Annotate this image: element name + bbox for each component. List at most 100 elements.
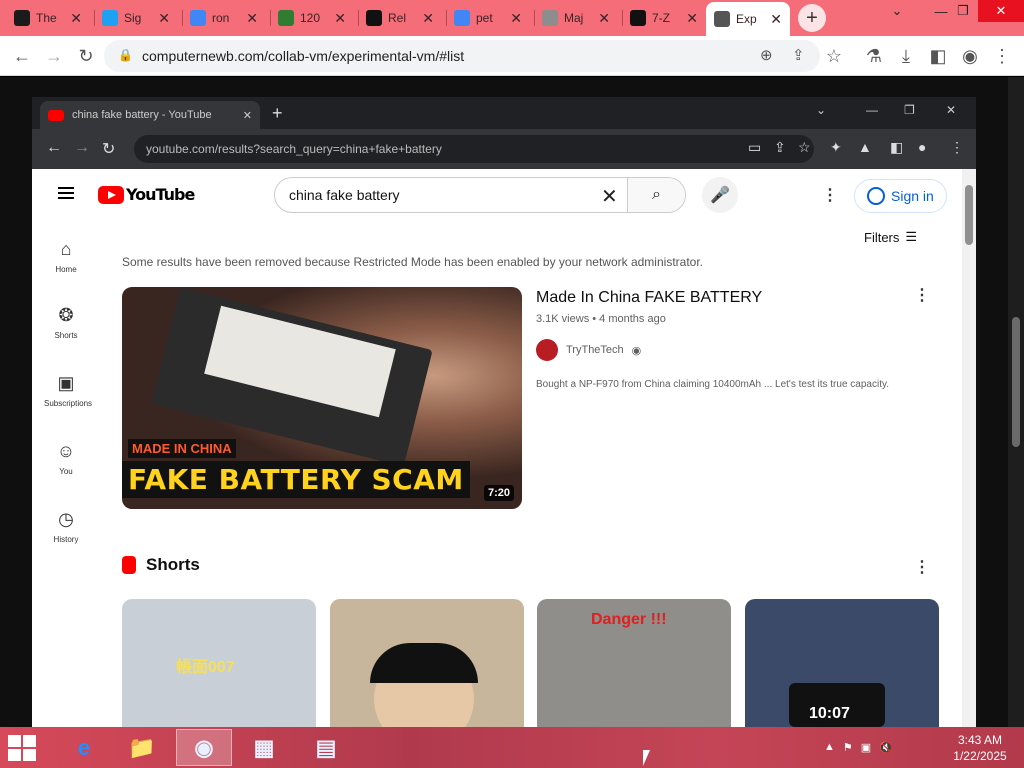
start-button[interactable] <box>8 735 38 761</box>
shorts-icon <box>122 556 136 574</box>
taskbar-app[interactable]: e <box>56 729 112 766</box>
back-icon[interactable]: ← <box>10 44 34 68</box>
short-card[interactable] <box>330 599 524 727</box>
browser-tab[interactable]: ron ✕ <box>182 4 266 32</box>
close-tab-icon[interactable]: ✕ <box>158 10 170 27</box>
vm-profile-icon[interactable]: ● <box>918 139 926 155</box>
settings-kebab-icon[interactable]: ⋮ <box>822 185 838 205</box>
restricted-notice: Some results have been removed because R… <box>122 255 703 269</box>
channel-name[interactable]: TryTheTech <box>566 344 624 356</box>
youtube-search-box[interactable]: china fake battery ✕ ⌕ <box>274 177 686 213</box>
search-input[interactable]: china fake battery <box>289 187 400 203</box>
vm-forward-icon[interactable]: → <box>74 139 90 157</box>
vm-cast-icon[interactable]: ▭ <box>748 139 761 156</box>
taskbar-app[interactable]: ◉ <box>176 729 232 766</box>
vm-extensions-icon[interactable]: ✦ <box>830 139 842 156</box>
search-button[interactable]: ⌕ <box>627 178 685 212</box>
close-window-button[interactable]: ✕ <box>978 0 1024 22</box>
vm-back-icon[interactable]: ← <box>46 139 62 157</box>
browser-tab[interactable]: pet ✕ <box>446 4 530 32</box>
browser-tab[interactable]: Maj ✕ <box>534 4 618 32</box>
browser-tab[interactable]: The ✕ <box>6 4 90 32</box>
vm-restore-button[interactable]: ❐ <box>904 103 915 117</box>
vm-reload-icon[interactable]: ↻ <box>102 139 115 159</box>
shorts-options-icon[interactable]: ⋮ <box>914 557 930 577</box>
short-card[interactable]: 帳面007 <box>122 599 316 727</box>
bookmark-star-icon[interactable]: ☆ <box>822 44 846 68</box>
vm-minimize-button[interactable]: — <box>866 103 878 117</box>
vm-browser-window: china fake battery - YouTube ✕ + ⌄ — ❐ ✕… <box>32 97 976 727</box>
close-icon[interactable]: ✕ <box>243 109 252 122</box>
extensions-icon[interactable]: ⚗ <box>862 44 886 68</box>
vm-star-icon[interactable]: ☆ <box>798 139 811 156</box>
action-center-flag-icon[interactable]: ⚑ <box>843 741 853 754</box>
video-options-icon[interactable]: ⋮ <box>914 285 930 305</box>
address-bar[interactable]: 🔒 computernewb.com/collab-vm/experimenta… <box>104 40 820 72</box>
hamburger-menu-icon[interactable] <box>58 187 74 189</box>
sidebar-item-shorts[interactable]: ❂ Shorts <box>44 305 88 340</box>
channel-avatar[interactable] <box>536 339 558 361</box>
close-tab-icon[interactable]: ✕ <box>686 10 698 27</box>
vm-tab-search-icon[interactable]: ⌄ <box>816 103 826 117</box>
vm-share-icon[interactable]: ⇪ <box>774 139 786 156</box>
system-tray[interactable]: ▲ ⚑ ▣ 🔇 <box>824 741 893 754</box>
zoom-icon[interactable]: ⊕ <box>760 46 773 64</box>
taskbar-app[interactable]: 📁 <box>114 729 170 766</box>
sign-in-button[interactable]: Sign in <box>854 179 947 213</box>
vm-side-panel-icon[interactable]: ◧ <box>890 139 903 156</box>
youtube-logo[interactable]: YouTube <box>98 185 195 204</box>
sidebar-item-history[interactable]: ◷ History <box>44 509 88 544</box>
youtube-page: YouTube china fake battery ✕ ⌕ 🎤 ⋮ Sign … <box>32 169 962 727</box>
clock-time: 3:43 AM <box>957 733 1003 747</box>
youtube-scrollbar[interactable] <box>962 169 976 727</box>
vm-scrollbar[interactable] <box>1008 77 1024 727</box>
download-icon[interactable]: ⤓ <box>894 44 918 68</box>
close-tab-icon[interactable]: ✕ <box>770 11 782 28</box>
reload-icon[interactable]: ↻ <box>74 44 98 68</box>
close-tab-icon[interactable]: ✕ <box>246 10 258 27</box>
close-tab-icon[interactable]: ✕ <box>598 10 610 27</box>
channel-row[interactable]: TryTheTech ◉ <box>536 339 641 361</box>
short-card[interactable]: 10:07 <box>745 599 939 727</box>
sidebar-item-home[interactable]: ⌂ Home <box>44 239 88 274</box>
video-thumbnail[interactable]: MADE IN CHINA FAKE BATTERY SCAM 7:20 <box>122 287 522 509</box>
menu-kebab-icon[interactable]: ⋮ <box>990 44 1014 68</box>
browser-tab[interactable]: 120 ✕ <box>270 4 354 32</box>
vm-screen[interactable]: china fake battery - YouTube ✕ + ⌄ — ❐ ✕… <box>0 77 1024 727</box>
network-icon[interactable]: ▣ <box>861 741 871 754</box>
share-icon[interactable]: ⇪ <box>792 46 805 64</box>
vm-new-tab-button[interactable]: + <box>272 103 283 124</box>
clear-search-icon[interactable]: ✕ <box>601 184 618 209</box>
browser-tab[interactable]: Exp ✕ <box>706 2 790 36</box>
new-tab-button[interactable]: + <box>798 4 826 32</box>
vm-tab-youtube[interactable]: china fake battery - YouTube ✕ <box>40 101 260 129</box>
close-tab-icon[interactable]: ✕ <box>334 10 346 27</box>
profile-icon[interactable]: ◉ <box>958 44 982 68</box>
taskbar-clock[interactable]: 3:43 AM 1/22/2025 <box>940 732 1020 764</box>
volume-muted-icon[interactable]: 🔇 <box>879 741 893 754</box>
close-tab-icon[interactable]: ✕ <box>70 10 82 27</box>
vm-menu-icon[interactable]: ⋮ <box>950 139 964 156</box>
taskbar-app[interactable]: ▤ <box>298 729 354 766</box>
close-tab-icon[interactable]: ✕ <box>422 10 434 27</box>
browser-tab[interactable]: Rel ✕ <box>358 4 442 32</box>
vm-labs-icon[interactable]: ▲ <box>858 139 872 155</box>
address-bar-url[interactable]: computernewb.com/collab-vm/experimental-… <box>142 48 464 64</box>
side-panel-icon[interactable]: ◧ <box>926 44 950 68</box>
close-tab-icon[interactable]: ✕ <box>510 10 522 27</box>
taskbar-app[interactable]: ▦ <box>236 729 292 766</box>
sidebar-item-you[interactable]: ☺ You <box>44 441 88 476</box>
sidebar-item-subscriptions[interactable]: ▣ Subscriptions <box>44 373 92 408</box>
voice-search-button[interactable]: 🎤 <box>702 177 738 213</box>
browser-tab[interactable]: 7-Z ✕ <box>622 4 706 32</box>
vm-address-bar[interactable]: youtube.com/results?search_query=china+f… <box>134 135 814 163</box>
browser-tab[interactable]: Sig ✕ <box>94 4 178 32</box>
short-card[interactable]: Danger !!! <box>537 599 731 727</box>
show-hidden-icons-icon[interactable]: ▲ <box>824 741 835 754</box>
video-title[interactable]: Made In China FAKE BATTERY <box>536 289 762 307</box>
tab-search-icon[interactable]: ⌄ <box>874 0 920 22</box>
vm-close-button[interactable]: ✕ <box>946 103 956 117</box>
filters-button[interactable]: Filters ☰ <box>864 229 917 245</box>
filters-label: Filters <box>864 229 900 245</box>
forward-icon[interactable]: → <box>42 44 66 68</box>
